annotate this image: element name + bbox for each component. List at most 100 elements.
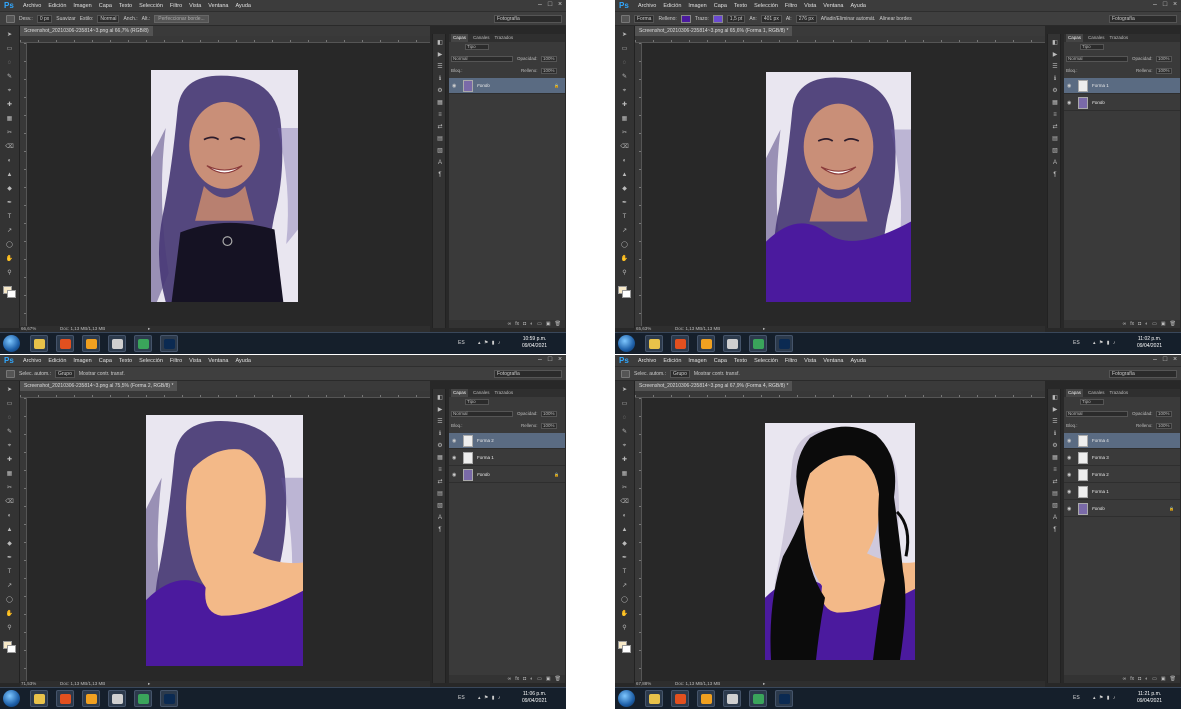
- option-b[interactable]: Grupo: [669, 369, 690, 378]
- chrome-icon[interactable]: [134, 690, 152, 707]
- document-tab[interactable]: Screenshot_20210306-235814~3.png al 75,5…: [20, 381, 178, 391]
- system-tray-icons[interactable]: ▴ ⚑ ▮ ♪: [478, 340, 501, 346]
- panel-tab-canales[interactable]: Canales: [1088, 389, 1105, 397]
- minimize-icon[interactable]: –: [1151, 1, 1159, 9]
- mask-icon[interactable]: ◘: [523, 675, 526, 683]
- layer-name[interactable]: Fondo: [1092, 506, 1105, 511]
- maximize-icon[interactable]: □: [546, 356, 554, 364]
- panel-icon-0[interactable]: ◧: [1051, 40, 1059, 47]
- visibility-eye-icon[interactable]: ◉: [1067, 489, 1074, 495]
- tool-icon-2[interactable]: ◌: [620, 60, 629, 67]
- workspace-select[interactable]: Fotografía: [494, 370, 562, 378]
- layer-name[interactable]: Fondo: [477, 472, 490, 477]
- layer-row[interactable]: ◉ Forma 1: [1064, 484, 1180, 500]
- tool-icon-17[interactable]: ⚲: [620, 270, 629, 277]
- tool-icon-6[interactable]: ▦: [620, 116, 629, 123]
- menu-item-filtro[interactable]: Filtro: [785, 3, 797, 9]
- panel-icon-3[interactable]: ℹ: [1051, 431, 1059, 438]
- panel-tab-canales[interactable]: Canales: [473, 389, 490, 397]
- workspace-select[interactable]: Fotografía: [1109, 15, 1177, 23]
- panel-icon-3[interactable]: ℹ: [436, 76, 444, 83]
- fx-icon[interactable]: fx: [1130, 675, 1134, 683]
- panel-icon-5[interactable]: ▦: [436, 455, 444, 462]
- tool-preset-icon[interactable]: [6, 14, 15, 23]
- paint-icon[interactable]: [723, 690, 741, 707]
- fill-field[interactable]: 100%: [1156, 68, 1172, 74]
- tool-icon-1[interactable]: ▭: [620, 401, 629, 408]
- panel-icon-0[interactable]: ◧: [436, 395, 444, 402]
- tool-preset-icon[interactable]: [621, 369, 630, 378]
- photoshop-taskbar-icon[interactable]: [160, 335, 178, 352]
- tool-icon-3[interactable]: ✎: [5, 429, 14, 436]
- tool-icon-1[interactable]: ▭: [620, 46, 629, 53]
- layer-filter-select[interactable]: Tipo: [465, 399, 489, 405]
- panel-icon-8[interactable]: ▤: [436, 136, 444, 143]
- panel-icon-5[interactable]: ▦: [436, 100, 444, 107]
- fill-swatch[interactable]: [680, 14, 691, 23]
- panel-icon-11[interactable]: ¶: [436, 172, 444, 179]
- menu-item-imagen[interactable]: Imagen: [73, 3, 91, 9]
- maximize-icon[interactable]: □: [1161, 1, 1169, 9]
- panel-icon-9[interactable]: ▧: [1051, 148, 1059, 155]
- menu-item-filtro[interactable]: Filtro: [170, 358, 182, 364]
- photoshop-taskbar-icon[interactable]: [160, 690, 178, 707]
- tool-icon-12[interactable]: ✒: [5, 200, 14, 207]
- tool-icon-17[interactable]: ⚲: [5, 270, 14, 277]
- layer-row[interactable]: ◉ Fondo: [1064, 95, 1180, 111]
- taskbar-clock[interactable]: 11:21 p.m. 09/04/2021: [1137, 691, 1162, 705]
- tool-icon-15[interactable]: ◯: [5, 597, 14, 604]
- layer-filter-select[interactable]: Tipo: [465, 44, 489, 50]
- minimize-icon[interactable]: –: [536, 356, 544, 364]
- tool-icon-16[interactable]: ✋: [5, 611, 14, 618]
- tool-icon-5[interactable]: ✚: [620, 102, 629, 109]
- panel-icon-3[interactable]: ℹ: [436, 431, 444, 438]
- mask-icon[interactable]: ◘: [523, 320, 526, 328]
- file-explorer-icon[interactable]: [645, 690, 663, 707]
- tool-icon-6[interactable]: ▦: [620, 471, 629, 478]
- menu-item-texto[interactable]: Texto: [734, 358, 747, 364]
- menu-item-edición[interactable]: Edición: [48, 3, 66, 9]
- layer-name[interactable]: Forma 1: [477, 455, 494, 460]
- panel-tab-canales[interactable]: Canales: [473, 34, 490, 42]
- option-h[interactable]: Perfeccionar borde...: [154, 14, 209, 23]
- menu-item-vista[interactable]: Vista: [804, 358, 816, 364]
- menu-item-vista[interactable]: Vista: [189, 3, 201, 9]
- tool-icon-9[interactable]: ◐: [5, 513, 14, 520]
- new-layer-icon[interactable]: ▣: [1161, 320, 1166, 328]
- layer-row[interactable]: ◉ Forma 1: [449, 450, 565, 466]
- panel-icon-10[interactable]: A: [436, 515, 444, 522]
- menu-item-ayuda[interactable]: Ayuda: [850, 3, 866, 9]
- trash-icon[interactable]: 🗑: [555, 320, 561, 328]
- blend-mode-select[interactable]: Normal: [451, 411, 513, 417]
- chrome-icon[interactable]: [134, 335, 152, 352]
- opacity-field[interactable]: 100%: [1156, 411, 1172, 417]
- background-color-swatch[interactable]: [622, 290, 631, 298]
- minimize-icon[interactable]: –: [1151, 356, 1159, 364]
- panel-icon-7[interactable]: ⇄: [436, 479, 444, 486]
- tool-icon-6[interactable]: ▦: [5, 116, 14, 123]
- option-b[interactable]: Grupo: [54, 369, 75, 378]
- media-player-icon[interactable]: [697, 335, 715, 352]
- paint-icon[interactable]: [108, 690, 126, 707]
- brave-browser-icon[interactable]: [671, 335, 689, 352]
- chrome-icon[interactable]: [749, 690, 767, 707]
- link-icon[interactable]: ∞: [1123, 675, 1127, 683]
- tool-icon-8[interactable]: ⌫: [5, 499, 14, 506]
- menu-item-filtro[interactable]: Filtro: [785, 358, 797, 364]
- tool-icon-8[interactable]: ⌫: [5, 144, 14, 151]
- tool-icon-7[interactable]: ✂: [5, 485, 14, 492]
- tool-icon-7[interactable]: ✂: [620, 130, 629, 137]
- panel-icon-1[interactable]: ▶: [1051, 407, 1059, 414]
- document-tab[interactable]: Screenshot_20210306-235814~3.png al 67,9…: [635, 381, 793, 391]
- panel-icon-0[interactable]: ◧: [436, 40, 444, 47]
- start-button[interactable]: [3, 690, 20, 707]
- blend-mode-select[interactable]: Normal: [1066, 56, 1128, 62]
- panel-icon-7[interactable]: ⇄: [1051, 124, 1059, 131]
- tool-icon-1[interactable]: ▭: [5, 401, 14, 408]
- layer-filter-select[interactable]: Tipo: [1080, 44, 1104, 50]
- fill-field[interactable]: 100%: [541, 68, 557, 74]
- tool-icon-2[interactable]: ◌: [5, 60, 14, 67]
- trash-icon[interactable]: 🗑: [555, 675, 561, 683]
- tool-icon-8[interactable]: ⌫: [620, 499, 629, 506]
- panel-icon-6[interactable]: ≡: [436, 112, 444, 119]
